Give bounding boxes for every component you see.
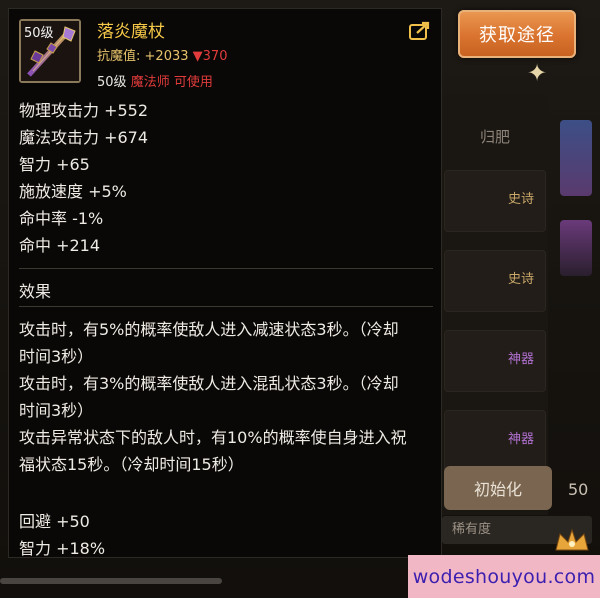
item-icon: 50级 <box>19 19 81 83</box>
initialize-button[interactable]: 初始化 <box>444 466 552 510</box>
effect-line: 时间3秒） <box>19 347 94 366</box>
effect-list: 攻击时，有5%的概率使敌人进入减速状态3秒。（冷却 时间3秒） 攻击时，有3%的… <box>19 316 429 478</box>
required-class: 魔法师 可使用 <box>130 75 213 90</box>
stat-line: 施放速度 +5% <box>19 182 127 201</box>
slot-rarity-label: 史诗 <box>508 192 535 207</box>
stat-list: 物理攻击力 +552 魔法攻击力 +674 智力 +65 施放速度 +5% 命中… <box>19 97 148 259</box>
obtain-method-button[interactable]: 获取途径 <box>458 10 576 58</box>
side-item-thumbnail[interactable] <box>560 220 592 276</box>
divider <box>19 268 433 269</box>
extra-stat-list: 回避 +50 智力 +18% <box>19 508 105 562</box>
required-level: 50级 <box>97 75 127 90</box>
share-icon[interactable] <box>409 21 431 41</box>
item-name: 落炎魔杖 <box>97 22 165 42</box>
bg-tab-label[interactable]: 归肥 <box>480 126 510 147</box>
extra-stat-line: 智力 +18% <box>19 539 106 558</box>
stat-line: 命中率 -1% <box>19 209 104 228</box>
watermark: wodeshouyou.com <box>408 555 600 598</box>
slot-rarity-label: 史诗 <box>508 272 535 287</box>
stat-line: 魔法攻击力 +674 <box>19 128 149 147</box>
stat-line: 物理攻击力 +552 <box>19 101 149 120</box>
crown-icon <box>555 528 589 551</box>
side-number: 50 <box>568 480 589 499</box>
effect-line: 时间3秒） <box>19 401 94 420</box>
level-badge: 50级 <box>24 26 54 41</box>
slot-rarity-label: 神器 <box>508 432 535 447</box>
requirement-line: 50级 魔法师 可使用 <box>97 71 213 90</box>
effect-line: 福状态15秒。（冷却时间15秒） <box>19 455 244 474</box>
effect-line: 攻击时，有5%的概率使敌人进入减速状态3秒。（冷却 <box>19 320 399 339</box>
resist-label: 抗魔值: <box>97 49 141 64</box>
divider <box>19 306 433 307</box>
effect-line: 攻击时，有3%的概率使敌人进入混乱状态3秒。（冷却 <box>19 374 399 393</box>
slot-rarity-label: 神器 <box>508 352 535 367</box>
stat-line: 命中 +214 <box>19 236 101 255</box>
stat-line: 智力 +65 <box>19 155 90 174</box>
side-item-thumbnail[interactable] <box>560 120 592 196</box>
item-tooltip: 50级 落炎魔杖 抗魔值: +2033 ▼370 50级 魔法师 可使用 物理攻… <box>8 8 442 558</box>
resist-line: 抗魔值: +2033 ▼370 <box>97 45 227 64</box>
effect-section-title: 效果 <box>19 282 52 301</box>
sparkle-icon: ✦ <box>526 59 548 87</box>
effect-line: 攻击异常状态下的敌人时，有10%的概率使自身进入祝 <box>19 428 407 447</box>
resist-decrease: ▼370 <box>192 49 228 64</box>
extra-stat-line: 回避 +50 <box>19 512 90 531</box>
resist-value: +2033 <box>144 49 189 64</box>
horizontal-scrollbar[interactable] <box>0 578 222 584</box>
